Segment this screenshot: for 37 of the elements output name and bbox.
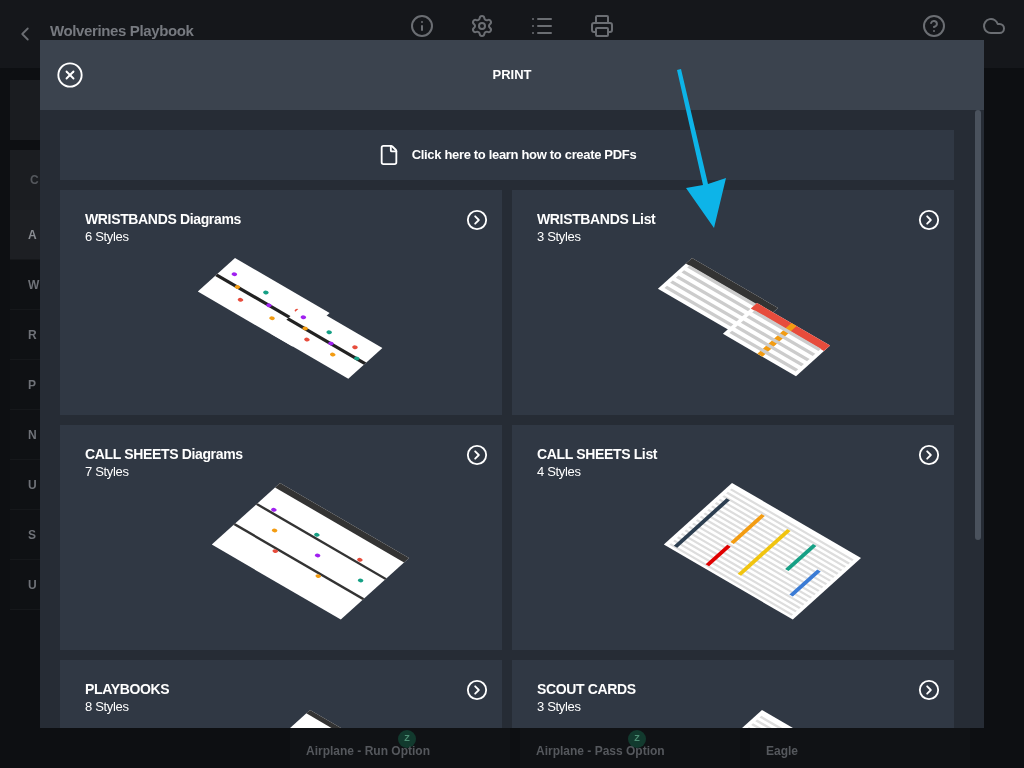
option-styles: 6 Styles [85, 228, 129, 246]
option-title: CALL SHEETS List [537, 446, 658, 463]
sidebar-item[interactable]: A [10, 210, 40, 260]
option-styles: 3 Styles [537, 698, 581, 716]
option-styles: 7 Styles [85, 463, 129, 481]
scrollbar-thumb[interactable] [975, 110, 981, 540]
option-title: PLAYBOOKS [85, 681, 170, 698]
close-button[interactable] [56, 61, 84, 89]
print-option-card[interactable]: SCOUT CARDS 3 Styles [512, 660, 954, 728]
option-title: CALL SHEETS Diagrams [85, 446, 243, 463]
dialog-title: PRINT [492, 66, 532, 85]
info-icon[interactable] [409, 14, 435, 38]
option-styles: 4 Styles [537, 463, 581, 481]
chevron-icon[interactable] [918, 679, 940, 701]
chevron-icon[interactable] [466, 444, 488, 466]
print-option-card[interactable]: WRISTBANDS List 3 Styles [512, 190, 954, 415]
chevron-icon[interactable] [918, 444, 940, 466]
sidebar-header-text: C [30, 172, 39, 189]
option-styles: 3 Styles [537, 228, 581, 246]
option-title: WRISTBANDS List [537, 211, 656, 228]
chevron-icon[interactable] [466, 679, 488, 701]
print-option-card[interactable]: WRISTBANDS Diagrams 6 Styles [60, 190, 502, 415]
settings-icon[interactable] [469, 14, 495, 38]
playbook-title: Wolverines Playbook [50, 22, 194, 40]
print-option-card[interactable]: CALL SHEETS Diagrams 7 Styles [60, 425, 502, 650]
help-icon[interactable] [921, 14, 947, 38]
option-title: WRISTBANDS Diagrams [85, 211, 241, 228]
option-styles: 8 Styles [85, 698, 129, 716]
chevron-icon[interactable] [466, 209, 488, 231]
pdf-help-link[interactable]: Click here to learn how to create PDFs [60, 130, 954, 180]
sidebar-top-panel [10, 80, 40, 140]
option-title: SCOUT CARDS [537, 681, 636, 698]
play-name: Eagle [766, 744, 798, 758]
printer-icon[interactable] [589, 14, 615, 38]
chevron-icon[interactable] [918, 209, 940, 231]
print-option-card[interactable]: PLAYBOOKS 8 Styles [60, 660, 502, 728]
print-option-card[interactable]: CALL SHEETS List 4 Styles [512, 425, 954, 650]
